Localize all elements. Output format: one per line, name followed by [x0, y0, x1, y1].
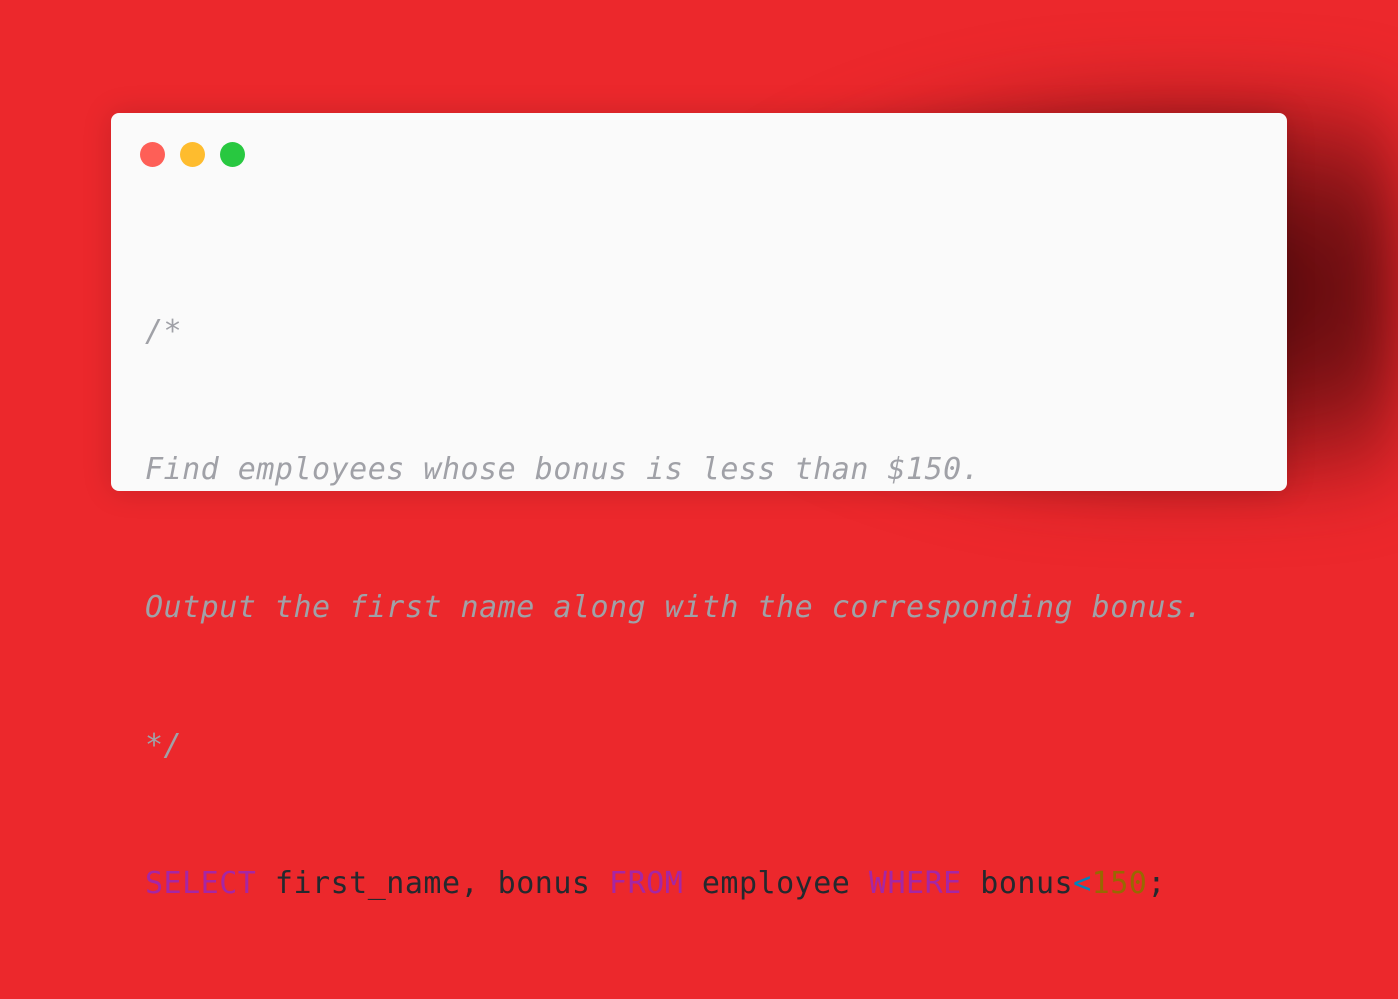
minimize-dot-icon[interactable]: [180, 142, 205, 167]
comment-open: /*: [145, 314, 183, 349]
condition-column: bonus: [961, 866, 1074, 901]
comment-line-2: Output the first name along with the cor…: [145, 590, 1204, 625]
keyword-where: WHERE: [868, 866, 962, 901]
table-name: employee: [683, 866, 869, 901]
comment-close: */: [145, 728, 183, 763]
comparison-operator: <: [1073, 866, 1092, 901]
keyword-select: SELECT: [145, 866, 257, 901]
window-controls: [140, 142, 245, 167]
comment-line-1: Find employees whose bonus is less than …: [145, 452, 981, 487]
select-columns: first_name, bonus: [256, 866, 610, 901]
sql-statement: SELECT first_name, bonus FROM employee W…: [145, 861, 1203, 907]
keyword-from: FROM: [609, 866, 684, 901]
code-window: /* Find employees whose bonus is less th…: [111, 113, 1287, 901]
maximize-dot-icon[interactable]: [220, 142, 245, 167]
code-block: /* Find employees whose bonus is less th…: [145, 217, 1203, 999]
statement-terminator: ;: [1147, 866, 1166, 901]
close-dot-icon[interactable]: [140, 142, 165, 167]
comparison-value: 150: [1091, 866, 1148, 901]
